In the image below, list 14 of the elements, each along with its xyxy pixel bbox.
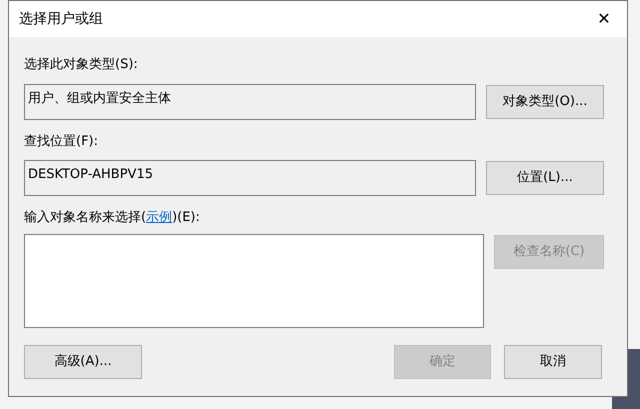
readonly-field: DESKTOP-AHBPV15 — [24, 160, 476, 196]
field-label: 查找位置(F): — [24, 133, 100, 151]
readonly-field: 用户、组或内置安全主体 — [24, 84, 476, 120]
object-names-input[interactable] — [24, 234, 484, 328]
dialog-button[interactable]: 取消 — [504, 345, 602, 379]
examples-link[interactable]: 示例 — [146, 208, 172, 228]
dialog-button[interactable]: 高级(A)... — [24, 345, 142, 379]
field-label: 输入对象名称来选择( — [24, 209, 146, 227]
dialog-button[interactable]: 位置(L)... — [486, 161, 604, 195]
field-label: )(E): — [172, 209, 200, 227]
close-button[interactable]: ✕ — [581, 1, 627, 37]
field-label: 选择此对象类型(S): — [24, 56, 139, 74]
dialog-button[interactable]: 对象类型(O)... — [486, 85, 604, 119]
window-title: 选择用户或组 — [19, 10, 103, 28]
